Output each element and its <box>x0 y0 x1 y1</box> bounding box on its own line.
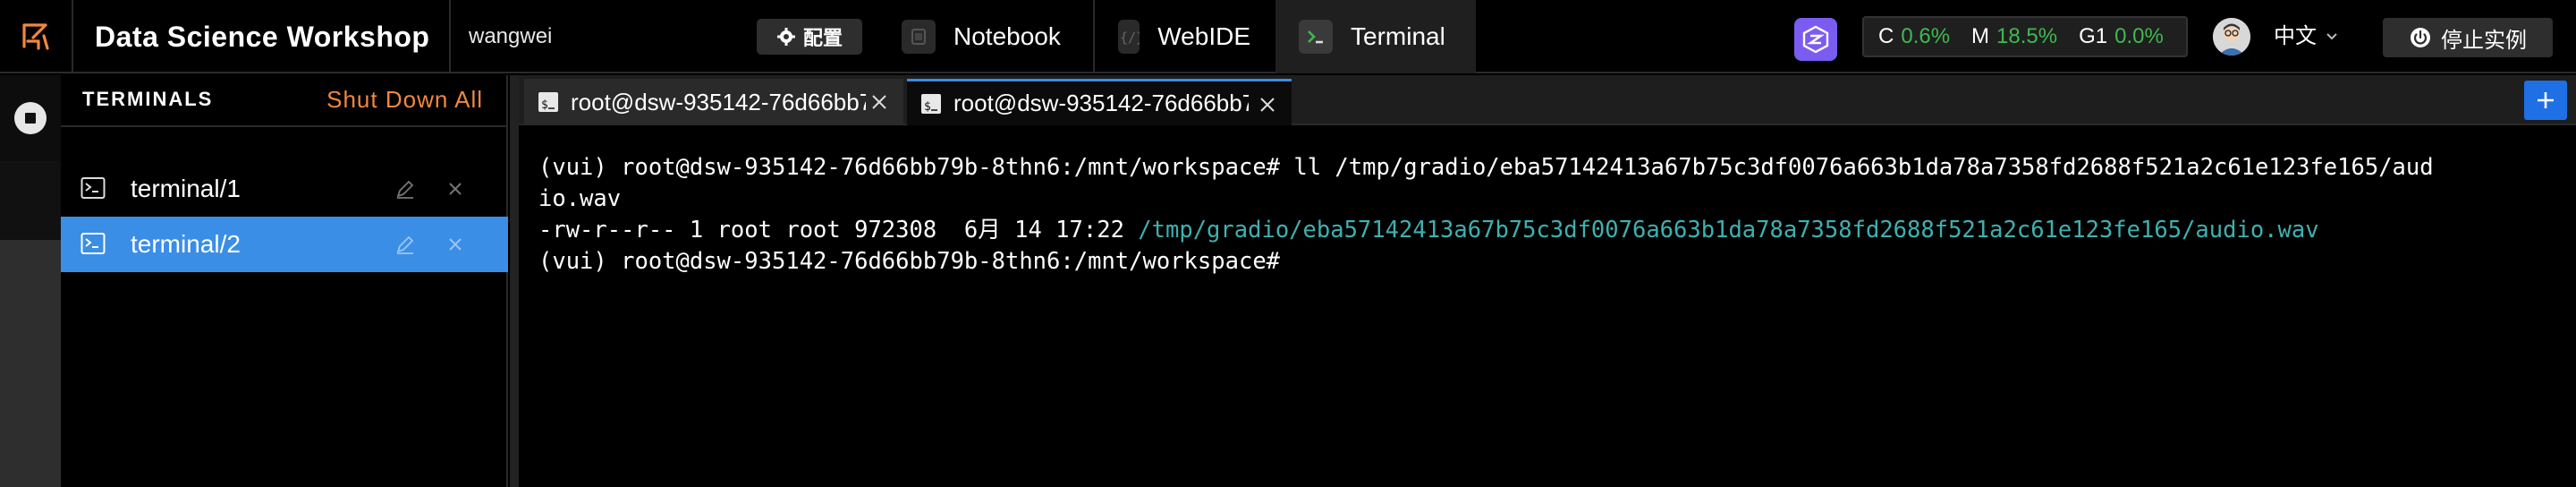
usage-mem-value: 18.5% <box>1996 24 2058 48</box>
terminal-item-label: terminal/1 <box>131 175 241 202</box>
terminals-panel: TERMINALS Shut Down All terminal/1 termi… <box>61 75 508 487</box>
avatar[interactable] <box>2213 18 2250 56</box>
stop-circle-icon <box>14 102 47 134</box>
nav-terminal-label: Terminal <box>1351 22 1445 50</box>
close-icon[interactable] <box>868 90 891 114</box>
chevron-down-icon <box>2326 33 2337 40</box>
nav-terminal[interactable]: Terminal <box>1275 0 1476 73</box>
terminal-prompt-icon <box>1299 20 1333 54</box>
brand-cube-icon[interactable] <box>1794 18 1837 61</box>
terminal-icon <box>80 177 106 199</box>
edit-pencil-icon[interactable] <box>394 233 417 256</box>
dsw-logo-icon[interactable] <box>0 0 73 73</box>
terminal-list-item[interactable]: terminal/2 <box>61 217 508 272</box>
plus-icon <box>2538 92 2554 108</box>
running-sessions-tab[interactable] <box>0 75 61 161</box>
config-label: 配置 <box>802 27 843 49</box>
terminal-list-item[interactable]: terminal/1 <box>61 161 508 217</box>
new-terminal-button[interactable] <box>2524 81 2567 120</box>
nav-notebook[interactable]: Notebook <box>878 0 1091 73</box>
terminal-tab-label: root@dsw-935142-76d66bb79b-8thn6: /mnt/w… <box>953 90 1249 116</box>
terminal-tab-icon: $ <box>921 93 941 114</box>
terminal-item-label: terminal/2 <box>131 230 241 258</box>
top-bar: Data Science Workshop wangwei 配置 Noteboo… <box>0 0 2576 73</box>
divider <box>449 0 451 73</box>
app-title: Data Science Workshop <box>95 21 430 53</box>
close-icon[interactable] <box>444 177 467 201</box>
username: wangwei <box>469 24 553 48</box>
resource-usage: C 0.6% M 18.5% G1 0.0% <box>1862 16 2188 57</box>
svg-text:{/}: {/} <box>1120 30 1140 46</box>
config-button[interactable]: 配置 <box>757 19 862 55</box>
stop-instance-button[interactable]: 停止实例 <box>2383 18 2553 57</box>
file-path: /tmp/gradio/eba57142413a67b75c3df0076a66… <box>1138 217 2319 244</box>
notebook-icon <box>902 20 936 54</box>
edit-pencil-icon[interactable] <box>394 177 417 201</box>
terminals-panel-header: TERMINALS Shut Down All <box>61 75 508 127</box>
shut-down-all-button[interactable]: Shut Down All <box>326 86 483 114</box>
usage-mem-key: M <box>1971 24 1990 48</box>
language-label: 中文 <box>2274 24 2317 48</box>
terminal-tab[interactable]: $ root@dsw-935142-76d66bb79b-8thn6: /mnt… <box>524 79 903 125</box>
terminal-prompt-line: (vui) root@dsw-935142-76d66bb79b-8thn6:/… <box>538 248 1281 275</box>
terminal-tab-label: root@dsw-935142-76d66bb79b-8thn6: /mnt/w… <box>571 88 866 115</box>
activity-bar-spacer <box>0 161 61 240</box>
terminal-line: io.wav <box>538 185 622 212</box>
usage-cpu-key: C <box>1878 24 1894 48</box>
nav-webide[interactable]: {/} WebIDE <box>1093 0 1274 73</box>
panel-resize-handle[interactable] <box>510 75 519 487</box>
language-selector[interactable]: 中文 <box>2274 0 2338 73</box>
close-icon[interactable] <box>444 233 467 256</box>
terminal-output[interactable]: (vui) root@dsw-935142-76d66bb79b-8thn6:/… <box>521 127 2576 487</box>
terminal-tab-bar: $ root@dsw-935142-76d66bb79b-8thn6: /mnt… <box>519 75 2576 125</box>
svg-text:$: $ <box>924 100 931 114</box>
close-icon[interactable] <box>1256 93 1279 116</box>
usage-gpu-value: 0.0% <box>2114 24 2164 48</box>
code-braces-icon: {/} <box>1118 20 1140 54</box>
activity-bar <box>0 75 61 487</box>
gear-icon <box>776 28 795 46</box>
terminal-icon <box>80 233 106 254</box>
usage-gpu-key: G1 <box>2079 24 2108 48</box>
usage-cpu-value: 0.6% <box>1901 24 1951 48</box>
terminal-tab-active[interactable]: $ root@dsw-935142-76d66bb79b-8thn6: /mnt… <box>907 79 1292 125</box>
file-listing-info: -rw-r--r-- 1 root root 972308 6月 14 17:2… <box>538 217 1139 244</box>
nav-webide-label: WebIDE <box>1157 22 1250 50</box>
terminal-line: -rw-r--r-- 1 root root 972308 6月 14 17:2… <box>538 215 2576 246</box>
svg-text:$: $ <box>541 98 548 112</box>
nav-notebook-label: Notebook <box>953 22 1061 50</box>
stop-instance-label: 停止实例 <box>2441 28 2527 53</box>
terminal-line: (vui) root@dsw-935142-76d66bb79b-8thn6:/… <box>538 154 2434 181</box>
terminal-tab-icon: $ <box>538 92 558 112</box>
power-icon <box>2411 28 2430 47</box>
terminals-panel-title: TERMINALS <box>82 88 214 110</box>
